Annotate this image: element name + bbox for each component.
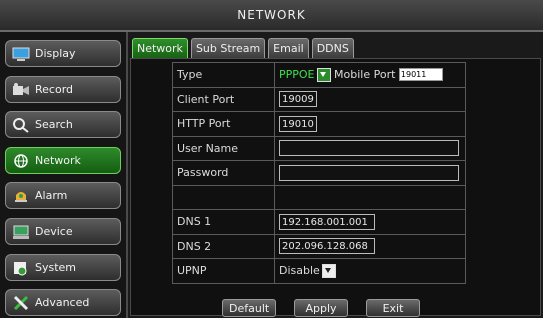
http-port-label: HTTP Port <box>172 111 275 137</box>
sidebar-item-search[interactable]: Search <box>5 111 121 138</box>
sidebar-item-network[interactable]: Network <box>5 147 121 174</box>
table-row <box>172 184 466 210</box>
default-button[interactable]: Default <box>222 299 276 317</box>
tab-email[interactable]: Email <box>268 38 309 59</box>
sidebar-item-label: System <box>35 261 77 274</box>
device-icon <box>12 224 30 240</box>
client-port-input[interactable]: 19009 <box>279 91 317 108</box>
password-input[interactable] <box>279 164 459 181</box>
sidebar-item-label: Advanced <box>35 296 90 309</box>
sidebar-item-device[interactable]: Device <box>5 218 121 245</box>
mobile-port-label: Mobile Port <box>334 67 396 81</box>
sidebar-item-label: Record <box>35 83 74 96</box>
type-select-value[interactable]: PPPOE <box>279 68 315 81</box>
table-row: User Name <box>172 135 466 161</box>
search-icon <box>12 117 30 133</box>
tools-icon <box>12 295 30 311</box>
tab-network[interactable]: Network <box>132 38 188 59</box>
type-dropdown-icon[interactable] <box>316 67 331 82</box>
sidebar-item-label: Device <box>35 225 73 238</box>
tab-ddns[interactable]: DDNS <box>311 38 354 59</box>
record-icon <box>12 82 30 98</box>
dns1-label: DNS 1 <box>172 209 275 235</box>
sidebar-item-advanced[interactable]: Advanced <box>5 289 121 316</box>
password-label: Password <box>172 160 275 186</box>
exit-button[interactable]: Exit <box>366 299 420 317</box>
network-icon <box>12 153 30 169</box>
dns2-input[interactable]: 202.096.128.068 <box>279 238 375 255</box>
dns1-input[interactable]: 192.168.001.001 <box>279 213 375 230</box>
type-label: Type <box>172 62 275 88</box>
monitor-icon <box>12 46 30 62</box>
tab-bar: Network Sub Stream Email DDNS <box>132 38 354 59</box>
table-row: Client Port 19009 <box>172 86 466 112</box>
tab-sub-stream[interactable]: Sub Stream <box>190 38 266 59</box>
alarm-icon <box>12 188 30 204</box>
upnp-label: UPNP <box>172 258 275 284</box>
user-name-input[interactable] <box>279 140 459 157</box>
window-title: NETWORK <box>0 0 543 32</box>
sidebar-item-label: Search <box>35 118 73 131</box>
sidebar-item-alarm[interactable]: Alarm <box>5 182 121 209</box>
http-port-input[interactable]: 19010 <box>279 115 317 132</box>
sidebar-item-label: Network <box>35 154 81 167</box>
table-row: DNS 2 202.096.128.068 <box>172 233 466 259</box>
sidebar-item-display[interactable]: Display <box>5 40 121 67</box>
sidebar-item-label: Display <box>35 47 76 60</box>
client-port-label: Client Port <box>172 86 275 112</box>
table-row: HTTP Port 19010 <box>172 111 466 137</box>
user-name-label: User Name <box>172 135 275 161</box>
dns2-label: DNS 2 <box>172 233 275 259</box>
system-icon <box>12 260 30 276</box>
sidebar-item-record[interactable]: Record <box>5 76 121 103</box>
sidebar-item-label: Alarm <box>35 189 68 202</box>
table-row: UPNP Disable <box>172 258 466 284</box>
type-cell: PPPOE Mobile Port 19011 <box>274 62 466 88</box>
table-row: Password <box>172 160 466 186</box>
apply-button[interactable]: Apply <box>294 299 348 317</box>
mobile-port-input[interactable]: 19011 <box>398 68 443 82</box>
sidebar: Display Record Search Network Alarm Devi… <box>0 32 128 318</box>
table-row: Type PPPOE Mobile Port 19011 <box>172 62 466 88</box>
network-settings-table: Type PPPOE Mobile Port 19011 Client Port… <box>172 62 466 284</box>
empty-value-cell <box>274 184 466 210</box>
upnp-select-value[interactable]: Disable <box>279 264 320 277</box>
empty-label-cell <box>172 184 275 210</box>
table-row: DNS 1 192.168.001.001 <box>172 209 466 235</box>
upnp-dropdown-icon[interactable] <box>321 263 336 278</box>
sidebar-item-system[interactable]: System <box>5 254 121 281</box>
